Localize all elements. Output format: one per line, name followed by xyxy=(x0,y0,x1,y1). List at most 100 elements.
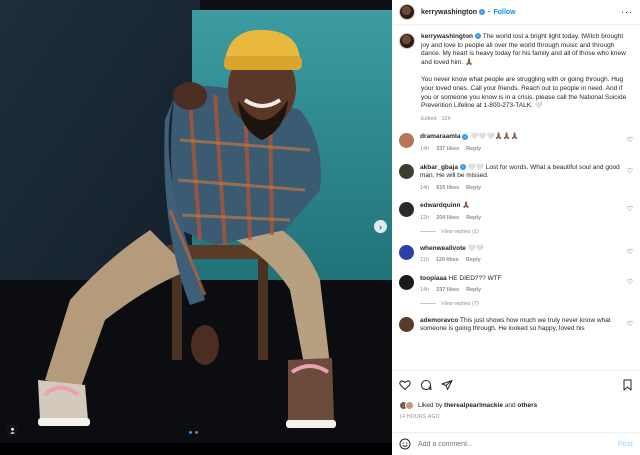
next-photo-button[interactable]: › xyxy=(374,220,387,233)
comment-text: 🤍🤍🤍🙏🏾🙏🏾🙏🏾 xyxy=(470,133,519,141)
comment-username[interactable]: ademoravco xyxy=(420,317,458,324)
post-header: kerrywashington ✓ • Follow ··· xyxy=(392,0,640,25)
reply-button[interactable]: Reply xyxy=(466,256,481,265)
comment-body: edwardquinn 🙏🏾 12h 204 likes Reply xyxy=(420,202,625,222)
comment-likes[interactable]: 237 likes xyxy=(436,286,459,295)
commenter-avatar[interactable] xyxy=(399,202,414,218)
comment-age: 14h xyxy=(420,145,430,152)
verified-badge-icon: ✓ xyxy=(475,33,482,40)
comment-body: toopiaaa HE DIED??? WTF 14h 237 likes Reply xyxy=(420,275,625,295)
comment-item: toopiaaa HE DIED??? WTF 14h 237 likes Reply… xyxy=(392,274,640,295)
post-actions: Liked by therealpearlmackie and others 1… xyxy=(392,370,640,420)
comment-username[interactable]: whenweallvote xyxy=(420,245,466,252)
verified-badge-icon: ✓ xyxy=(459,163,466,170)
add-comment-bar: Post xyxy=(392,432,640,455)
view-replies-line xyxy=(420,303,436,305)
view-replies-line xyxy=(420,231,436,232)
comment-age: 14h xyxy=(420,184,430,191)
emoji-icon[interactable] xyxy=(399,438,411,450)
bookmark-icon[interactable] xyxy=(622,379,633,391)
post-photo[interactable]: › xyxy=(0,0,392,443)
comment-body: whenweallvote 🤍🤍 11h 120 likes Reply xyxy=(420,245,625,265)
comment-likes[interactable]: 610 likes xyxy=(436,184,459,193)
carousel-dot xyxy=(195,431,198,434)
view-replies-button[interactable]: View replies (1) xyxy=(420,229,640,235)
comment-like-heart-icon[interactable]: ♡ xyxy=(627,248,633,256)
liker-avatar xyxy=(405,401,414,410)
comment-input[interactable] xyxy=(418,440,598,448)
comment-meta: 12h 204 likes Reply xyxy=(420,214,625,223)
comment-username[interactable]: dramaraamla xyxy=(420,133,460,140)
comment-text: HE DIED??? WTF xyxy=(448,274,502,282)
header-separator: • xyxy=(488,8,491,16)
view-replies-label: View replies (7) xyxy=(441,300,479,307)
comments-scroll-area[interactable]: kerrywashington ✓ The world lost a bright… xyxy=(392,25,640,370)
comment-username[interactable]: akbar_gbaja xyxy=(420,164,458,171)
comment-body: ademoravco This just shows how much we t… xyxy=(420,317,625,334)
comment-username[interactable]: edwardquinn xyxy=(420,202,460,209)
comment-like-heart-icon[interactable]: ♡ xyxy=(627,205,633,213)
liker-avatars xyxy=(399,401,414,410)
post-modal: › kerrywashington ✓ • Follow ··· kerrywa… xyxy=(0,0,640,455)
caption-username[interactable]: kerrywashington xyxy=(421,33,473,40)
author-avatar[interactable] xyxy=(399,4,415,20)
share-icon[interactable] xyxy=(441,379,453,391)
liked-by-prefix: Liked by xyxy=(418,402,443,409)
comment-likes[interactable]: 337 likes xyxy=(436,145,459,154)
comment-body: dramaraamla ✓ 🤍🤍🤍🙏🏾🙏🏾🙏🏾 14h 337 likes Reply xyxy=(420,133,625,153)
comment-like-heart-icon[interactable]: ♡ xyxy=(627,278,633,286)
comment-item: edwardquinn 🙏🏾 12h 204 likes Reply ♡ xyxy=(392,202,640,222)
more-options-icon[interactable]: ··· xyxy=(621,7,633,17)
post-caption: kerrywashington ✓ The world lost a bright… xyxy=(392,25,640,123)
like-heart-icon[interactable] xyxy=(399,379,411,391)
tagged-users-button[interactable] xyxy=(6,424,18,436)
comment-age: 14h xyxy=(420,287,430,294)
commenter-avatar[interactable] xyxy=(399,133,414,149)
verified-badge-icon: ✓ xyxy=(479,9,486,15)
user-icon xyxy=(9,427,15,434)
comment-age: 11h xyxy=(420,257,429,264)
reply-button[interactable]: Reply xyxy=(466,286,481,295)
comment-body: akbar_gbaja ✓ 🤍🤍 Lost for words. What a b… xyxy=(420,164,625,193)
post-timestamp: 14 HOURS AGO xyxy=(399,414,440,420)
comment-item: dramaraamla ✓ 🤍🤍🤍🙏🏾🙏🏾🙏🏾 14h 337 likes Reply ♡ xyxy=(392,133,640,153)
verified-badge-icon: ✓ xyxy=(462,133,469,140)
caption-meta: Edited · 12h xyxy=(421,115,451,122)
post-sidebar: kerrywashington ✓ • Follow ··· kerrywash… xyxy=(392,0,640,455)
carousel-indicator xyxy=(189,431,198,434)
commenter-avatar[interactable] xyxy=(399,163,414,179)
comment-like-heart-icon[interactable]: ♡ xyxy=(627,320,633,328)
comment-like-heart-icon[interactable]: ♡ xyxy=(627,167,633,175)
comment-like-heart-icon[interactable]: ♡ xyxy=(627,136,633,144)
carousel-dot-active xyxy=(189,431,192,434)
commenter-avatar[interactable] xyxy=(399,244,414,260)
reply-button[interactable]: Reply xyxy=(466,145,481,154)
follow-button[interactable]: Follow xyxy=(493,9,515,16)
comment-icon[interactable] xyxy=(420,379,432,391)
comment-meta: 14h 337 likes Reply xyxy=(420,145,625,154)
comment-likes[interactable]: 204 likes xyxy=(436,214,459,223)
view-replies-label: View replies (1) xyxy=(441,228,479,235)
comment-meta: 14h 237 likes Reply xyxy=(420,286,625,295)
comment-list: dramaraamla ✓ 🤍🤍🤍🙏🏾🙏🏾🙏🏾 14h 337 likes Reply ♡… xyxy=(392,133,640,334)
commenter-avatar[interactable] xyxy=(399,316,414,332)
comment-age: 12h xyxy=(420,214,430,221)
commenter-avatar[interactable] xyxy=(399,274,414,290)
post-comment-button[interactable]: Post xyxy=(618,441,633,448)
caption-avatar[interactable] xyxy=(399,33,415,49)
liked-by-user[interactable]: therealpearlmackie xyxy=(444,402,503,409)
comment-text: 🙏🏾 xyxy=(462,202,471,210)
liked-by-others[interactable]: others xyxy=(517,402,537,409)
reply-button[interactable]: Reply xyxy=(466,184,481,193)
caption-text-2: You never know what people are strugglin… xyxy=(421,76,627,110)
photo-bottom-strip xyxy=(0,443,392,455)
comment-likes[interactable]: 120 likes xyxy=(436,256,459,265)
likes-summary: Liked by therealpearlmackie and others xyxy=(399,401,633,410)
comment-meta: 11h 120 likes Reply xyxy=(420,256,625,265)
comment-username[interactable]: toopiaaa xyxy=(420,275,447,282)
author-username[interactable]: kerrywashington xyxy=(421,9,477,16)
comment-item: ademoravco This just shows how much we t… xyxy=(392,316,640,334)
view-replies-button[interactable]: View replies (7) xyxy=(420,301,640,307)
comment-item: akbar_gbaja ✓ 🤍🤍 Lost for words. What a b… xyxy=(392,163,640,193)
reply-button[interactable]: Reply xyxy=(466,214,481,223)
